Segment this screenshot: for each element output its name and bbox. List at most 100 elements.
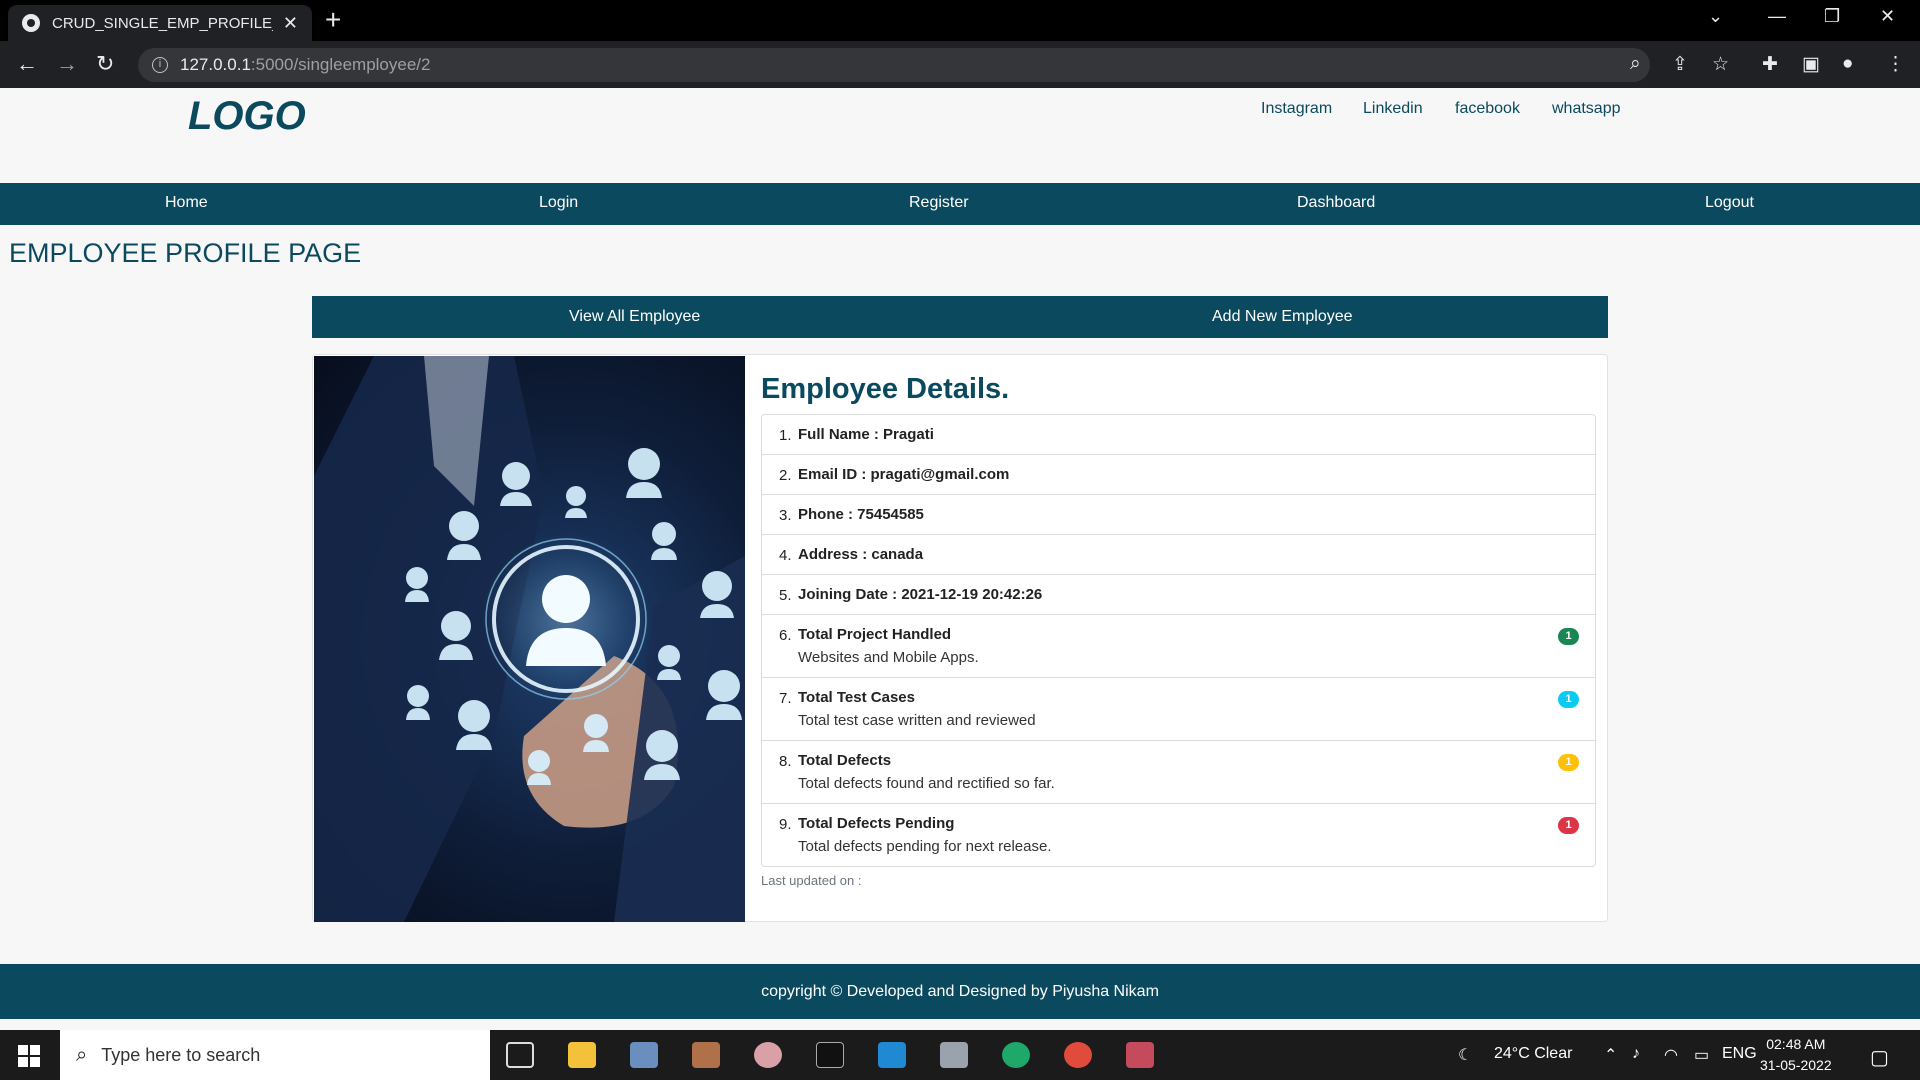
taskbar-search-placeholder: Type here to search	[101, 1044, 261, 1065]
item-number: 9.	[779, 816, 792, 833]
address-text: Address : canada	[798, 546, 924, 563]
item-number: 1.	[779, 427, 792, 444]
edge-icon[interactable]	[1002, 1042, 1030, 1068]
wifi-icon[interactable]: ◠	[1664, 1045, 1678, 1065]
app-icon-3[interactable]	[1126, 1042, 1154, 1068]
taskbar: ⌕ Type here to search ☾ 24°C Clear ⌃ ♪ ◠…	[0, 1030, 1920, 1080]
nav-login[interactable]: Login	[539, 194, 578, 212]
total-projects-badge: 1	[1558, 628, 1579, 645]
total-projects-description: Websites and Mobile Apps.	[798, 649, 979, 666]
clock[interactable]: 02:48 AM 31-05-2022	[1760, 1034, 1832, 1076]
details-list: 1. Full Name : Pragati 2. Email ID : pra…	[761, 414, 1596, 867]
new-tab-icon[interactable]: +	[325, 6, 341, 34]
web-page: LOGO Instagram Linkedin facebook whatsap…	[0, 88, 1920, 1025]
instagram-link[interactable]: Instagram	[1261, 100, 1332, 118]
employee-details: Employee Details. 1. Full Name : Pragati…	[761, 355, 1596, 888]
total-test-cases-description: Total test case written and reviewed	[798, 712, 1036, 729]
detail-joining-date: 5. Joining Date : 2021-12-19 20:42:26	[762, 574, 1595, 614]
total-defects-description: Total defects found and rectified so far…	[798, 775, 1055, 792]
tab-search-icon[interactable]: ⌄	[1708, 6, 1723, 27]
employee-action-bar: View All Employee Add New Employee	[312, 296, 1608, 338]
full-name-text: Full Name : Pragati	[798, 426, 934, 443]
app-icon[interactable]	[692, 1042, 720, 1068]
language-indicator[interactable]: ENG	[1722, 1045, 1757, 1063]
close-tab-icon[interactable]: ✕	[283, 13, 298, 34]
share-icon[interactable]: ⇪	[1672, 53, 1688, 76]
address-bar[interactable]: i 127.0.0.1:5000/singleemployee/2	[138, 48, 1650, 82]
nav-register[interactable]: Register	[909, 194, 969, 212]
extensions-icon[interactable]: ✚	[1762, 53, 1778, 76]
item-number: 4.	[779, 547, 792, 564]
minimize-icon[interactable]: —	[1768, 6, 1786, 27]
browser-toolbar: ← → ↻ i 127.0.0.1:5000/singleemployee/2 …	[0, 41, 1920, 88]
reload-icon[interactable]: ↻	[96, 51, 114, 77]
site-info-icon[interactable]: i	[152, 57, 168, 73]
date-text: 31-05-2022	[1760, 1057, 1832, 1073]
forward-icon[interactable]: →	[56, 51, 78, 77]
battery-icon[interactable]: ▭	[1694, 1045, 1709, 1065]
item-number: 3.	[779, 507, 792, 524]
total-defects-badge: 1	[1558, 754, 1579, 771]
detail-address: 4. Address : canada	[762, 534, 1595, 574]
virtualbox-icon[interactable]	[630, 1042, 658, 1068]
app-icon-2[interactable]	[754, 1042, 782, 1068]
detail-phone: 3. Phone : 75454585	[762, 494, 1595, 534]
last-updated-text: Last updated on :	[761, 873, 862, 888]
joining-date-text: Joining Date : 2021-12-19 20:42:26	[798, 586, 1043, 603]
total-defects-pending-badge: 1	[1558, 817, 1579, 834]
add-new-employee-button[interactable]: Add New Employee	[1212, 308, 1353, 326]
profile-icon[interactable]: ●	[1842, 53, 1853, 75]
linkedin-link[interactable]: Linkedin	[1363, 100, 1423, 118]
business-network-illustration	[314, 356, 745, 922]
side-panel-icon[interactable]: ▣	[1802, 53, 1820, 76]
chevron-up-icon[interactable]: ⌃	[1604, 1045, 1617, 1065]
bookmark-star-icon[interactable]: ☆	[1712, 53, 1729, 76]
taskbar-search[interactable]: ⌕ Type here to search	[60, 1030, 490, 1080]
window-close-icon[interactable]: ✕	[1880, 6, 1895, 27]
task-view-icon[interactable]	[506, 1042, 534, 1068]
view-all-employee-button[interactable]: View All Employee	[569, 308, 700, 326]
site-logo[interactable]: LOGO	[188, 94, 306, 139]
windows-start-icon[interactable]	[18, 1045, 40, 1067]
chrome-icon[interactable]	[1064, 1042, 1092, 1068]
nav-dashboard[interactable]: Dashboard	[1297, 194, 1375, 212]
zoom-icon[interactable]: ⌕	[1630, 53, 1641, 75]
weather-text[interactable]: 24°C Clear	[1494, 1045, 1572, 1063]
item-number: 6.	[779, 627, 792, 644]
terminal-icon[interactable]	[816, 1042, 844, 1068]
notifications-icon[interactable]: ▢	[1870, 1045, 1889, 1070]
phone-text: Phone : 75454585	[798, 506, 924, 523]
browser-tab[interactable]: CRUD_SINGLE_EMP_PROFILE_page ✕	[8, 5, 312, 41]
globe-icon	[22, 14, 40, 32]
time-text: 02:48 AM	[1766, 1036, 1826, 1052]
total-test-cases-label: Total Test Cases	[798, 689, 915, 706]
search-icon: ⌕	[76, 1043, 88, 1066]
browser-tab-strip: CRUD_SINGLE_EMP_PROFILE_page ✕ + ⌄ — ❐ ✕	[0, 0, 1920, 41]
detail-total-test-cases: 7. Total Test Cases Total test case writ…	[762, 677, 1595, 740]
volume-icon[interactable]: ♪	[1632, 1045, 1640, 1063]
nav-logout[interactable]: Logout	[1705, 194, 1754, 212]
url-host: 127.0.0.1	[180, 55, 251, 74]
vscode-icon[interactable]	[878, 1042, 906, 1068]
employee-card: Employee Details. 1. Full Name : Pragati…	[312, 354, 1608, 922]
nav-home[interactable]: Home	[165, 194, 208, 212]
details-title: Employee Details.	[761, 373, 1010, 405]
main-nav: Home Login Register Dashboard Logout	[0, 183, 1920, 225]
menu-icon[interactable]: ⋮	[1886, 53, 1905, 76]
back-icon[interactable]: ←	[16, 51, 38, 77]
item-number: 7.	[779, 690, 792, 707]
url-path: :5000/singleemployee/2	[250, 55, 431, 74]
employee-image	[314, 356, 745, 922]
restore-icon[interactable]: ❐	[1824, 6, 1840, 27]
moon-icon: ☾	[1458, 1047, 1473, 1064]
database-icon[interactable]	[940, 1042, 968, 1068]
facebook-link[interactable]: facebook	[1455, 100, 1520, 118]
total-defects-label: Total Defects	[798, 752, 892, 769]
detail-full-name: 1. Full Name : Pragati	[762, 415, 1595, 454]
total-defects-pending-description: Total defects pending for next release.	[798, 838, 1052, 855]
total-defects-pending-label: Total Defects Pending	[798, 815, 955, 832]
detail-total-projects: 6. Total Project Handled Websites and Mo…	[762, 614, 1595, 677]
tab-title: CRUD_SINGLE_EMP_PROFILE_page	[52, 14, 273, 32]
whatsapp-link[interactable]: whatsapp	[1552, 100, 1621, 118]
file-explorer-icon[interactable]	[568, 1042, 596, 1068]
